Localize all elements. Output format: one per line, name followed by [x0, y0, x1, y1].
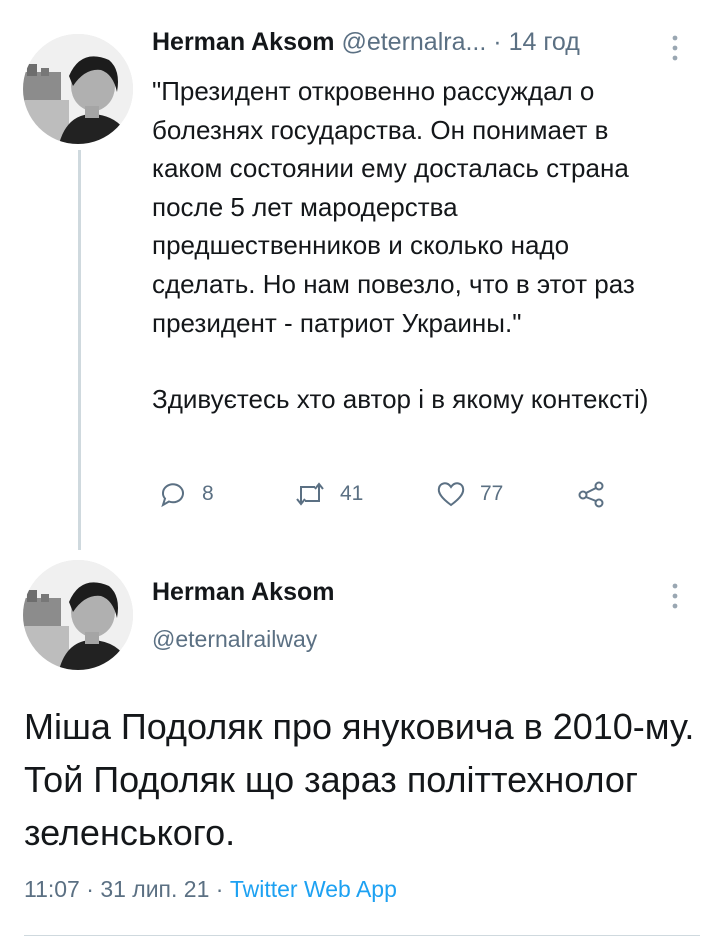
more-vertical-icon[interactable]: [670, 34, 680, 69]
reply-button[interactable]: 8: [158, 479, 214, 509]
meta-separator: ·: [86, 876, 94, 902]
share-button[interactable]: [576, 479, 606, 509]
meta-separator: ·: [215, 876, 224, 902]
reply-count: 8: [202, 482, 214, 505]
avatar-photo: [23, 34, 133, 144]
more-vertical-icon[interactable]: [670, 582, 680, 617]
author-name[interactable]: Herman Aksom: [152, 28, 334, 56]
like-button[interactable]: 77: [436, 479, 503, 509]
tweet-header: Herman Aksom @eternalra... · 14 год: [152, 28, 580, 57]
tweet-text: "Президент откровенно рассуждал о болезн…: [152, 72, 672, 419]
avatar-photo: [23, 560, 133, 670]
tweet-text: Міша Подоляк про януковича в 2010-му. То…: [24, 706, 695, 853]
tweet-timestamp[interactable]: 14 год: [509, 28, 580, 56]
author-handle[interactable]: @eternalra...: [341, 28, 486, 56]
tweet-source-link[interactable]: Twitter Web App: [230, 876, 397, 902]
heart-icon: [437, 482, 465, 507]
tweet-actions: 8 41 77: [158, 479, 638, 515]
tweet-text-paragraph: Здивуєтесь хто автор і в якому контексті…: [152, 384, 649, 415]
like-count: 77: [480, 482, 504, 505]
share-icon: [578, 481, 604, 508]
divider: [24, 935, 700, 936]
thread-connector-line: [78, 150, 81, 550]
retweet-button[interactable]: 41: [294, 479, 363, 509]
reply-icon: [161, 483, 184, 508]
avatar[interactable]: [23, 560, 133, 670]
tweet-date[interactable]: 31 лип. 21: [100, 876, 209, 902]
author-handle[interactable]: @eternalrailway: [152, 626, 317, 653]
tweet-meta: 11:07 · 31 лип. 21 · Twitter Web App: [24, 876, 397, 903]
header-separator: ·: [493, 28, 502, 56]
tweet-text-paragraph: "Президент откровенно рассуждал о болезн…: [152, 76, 635, 338]
retweet-icon: [296, 482, 324, 506]
tweet-time[interactable]: 11:07: [24, 876, 80, 902]
retweet-count: 41: [340, 482, 364, 505]
avatar[interactable]: [23, 34, 133, 144]
author-name[interactable]: Herman Aksom: [152, 578, 334, 607]
